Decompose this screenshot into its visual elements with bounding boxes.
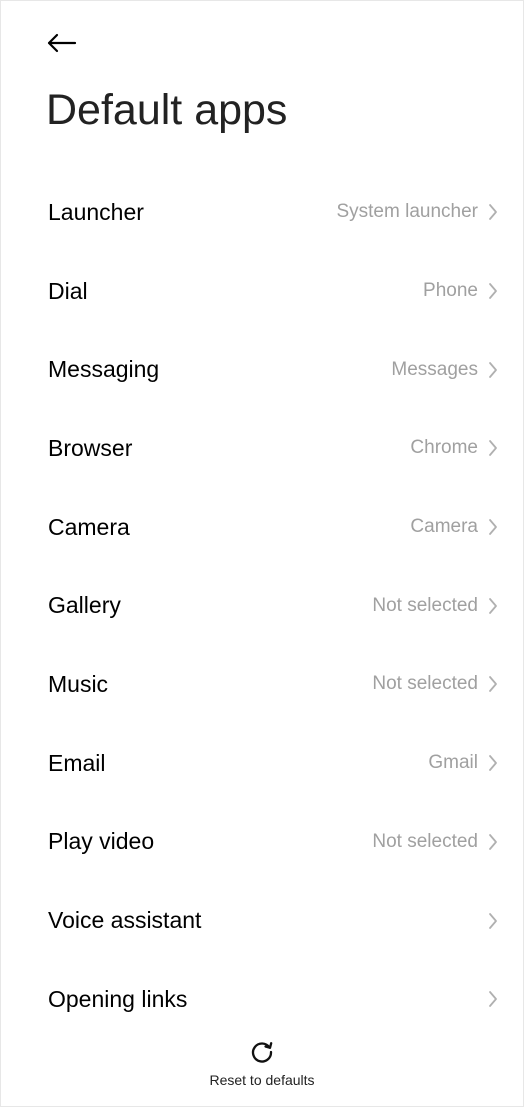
chevron-right-icon <box>488 675 498 693</box>
row-right: System launcher <box>336 201 498 223</box>
chevron-right-icon <box>488 990 498 1008</box>
row-label: Browser <box>48 434 133 461</box>
row-value: System launcher <box>336 201 478 223</box>
default-apps-list: Launcher System launcher Dial Phone Mess… <box>1 173 523 1039</box>
row-label: Launcher <box>48 198 144 225</box>
chevron-right-icon <box>488 282 498 300</box>
row-value: Gmail <box>428 752 478 774</box>
back-arrow-icon <box>47 33 77 53</box>
row-value: Messages <box>391 358 478 380</box>
row-label: Play video <box>48 828 155 855</box>
row-value: Not selected <box>372 830 478 852</box>
reset-to-defaults-button[interactable]: Reset to defaults <box>1 1037 523 1088</box>
row-right: Camera <box>410 516 498 538</box>
chevron-right-icon <box>488 203 498 221</box>
row-right: Not selected <box>372 673 498 695</box>
row-label: Opening links <box>48 985 188 1012</box>
row-browser[interactable]: Browser Chrome <box>1 409 523 488</box>
row-label: Messaging <box>48 356 160 383</box>
chevron-right-icon <box>488 518 498 536</box>
row-label: Voice assistant <box>48 907 202 934</box>
row-value: Not selected <box>372 594 478 616</box>
row-play-video[interactable]: Play video Not selected <box>1 803 523 882</box>
row-right: Messages <box>391 359 498 381</box>
row-email[interactable]: Email Gmail <box>1 724 523 803</box>
row-camera[interactable]: Camera Camera <box>1 488 523 567</box>
row-label: Gallery <box>48 592 121 619</box>
row-value: Chrome <box>410 437 478 459</box>
row-launcher[interactable]: Launcher System launcher <box>1 173 523 252</box>
row-music[interactable]: Music Not selected <box>1 645 523 724</box>
row-label: Music <box>48 670 109 697</box>
chevron-right-icon <box>488 439 498 457</box>
row-right: Not selected <box>372 595 498 617</box>
row-right <box>478 912 498 930</box>
row-gallery[interactable]: Gallery Not selected <box>1 566 523 645</box>
page-title: Default apps <box>46 86 288 134</box>
chevron-right-icon <box>488 912 498 930</box>
default-apps-screen: Default apps Launcher System launcher Di… <box>0 0 524 1107</box>
row-label: Email <box>48 749 106 776</box>
row-voice-assistant[interactable]: Voice assistant <box>1 881 523 960</box>
row-value: Not selected <box>372 673 478 695</box>
row-right <box>478 990 498 1008</box>
refresh-icon <box>247 1037 277 1067</box>
reset-label: Reset to defaults <box>209 1072 315 1088</box>
row-messaging[interactable]: Messaging Messages <box>1 330 523 409</box>
row-label: Dial <box>48 277 88 304</box>
chevron-right-icon <box>488 361 498 379</box>
row-right: Phone <box>423 280 498 302</box>
row-right: Gmail <box>428 752 498 774</box>
row-right: Chrome <box>410 437 498 459</box>
chevron-right-icon <box>488 833 498 851</box>
row-label: Camera <box>48 513 130 540</box>
row-opening-links[interactable]: Opening links <box>1 960 523 1039</box>
row-value: Phone <box>423 280 478 302</box>
row-right: Not selected <box>372 831 498 853</box>
back-button[interactable] <box>41 25 81 61</box>
row-dial[interactable]: Dial Phone <box>1 252 523 331</box>
chevron-right-icon <box>488 597 498 615</box>
row-value: Camera <box>410 516 478 538</box>
chevron-right-icon <box>488 754 498 772</box>
